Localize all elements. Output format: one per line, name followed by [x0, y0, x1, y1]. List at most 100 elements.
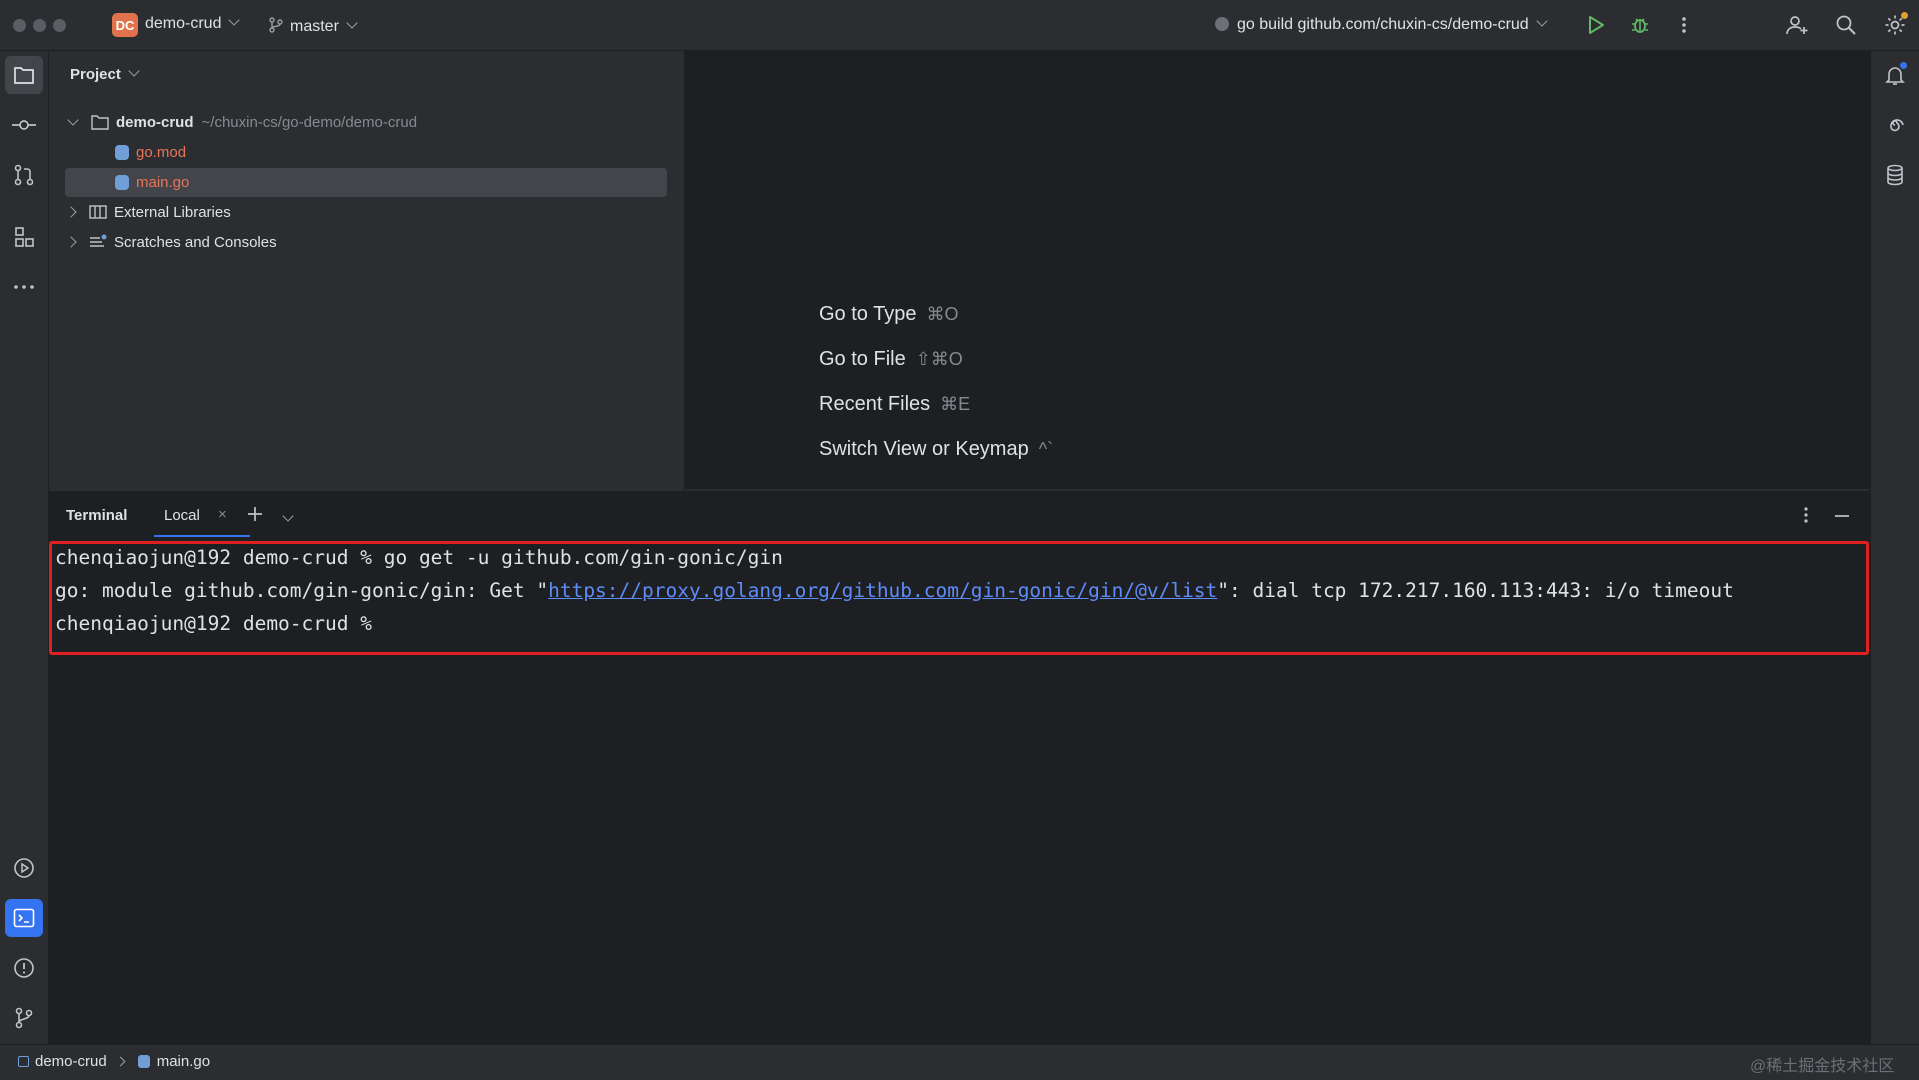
window-zoom-button[interactable] [53, 19, 66, 32]
search-icon [1836, 15, 1856, 35]
window-close-button[interactable] [13, 19, 26, 32]
tree-item-label: main.go [136, 173, 190, 191]
branch-name: master [290, 18, 339, 35]
panel-divider [685, 489, 1869, 491]
minimize-icon [1835, 515, 1849, 517]
tree-item-demo-crud[interactable]: demo-crud ~/chuxin-cs/go-demo/demo-crud [65, 108, 417, 136]
project-badge[interactable]: DC [112, 13, 138, 37]
project-panel-header[interactable]: Project [70, 65, 140, 83]
scratches-icon [90, 234, 107, 247]
hint-go-to-file: Go to File ⇧⌘O [819, 348, 963, 371]
new-terminal-button[interactable] [245, 504, 269, 528]
project-name: demo-crud [145, 15, 222, 32]
branch-switcher[interactable]: master [268, 15, 358, 36]
structure-tool-button[interactable] [5, 218, 43, 256]
chevron-right-icon [65, 206, 77, 218]
hint-label: Go to Type [819, 303, 917, 325]
hint-go-to-type: Go to Type ⌘O [819, 303, 959, 326]
chevron-right-icon [115, 1056, 126, 1067]
terminal-tool-button[interactable] [5, 899, 43, 937]
watermark: @稀土掘金技术社区 [1750, 1058, 1895, 1075]
more-vertical-icon [1804, 507, 1808, 523]
proxy-url-link[interactable]: https://proxy.golang.org/github.com/gin-… [548, 579, 1217, 602]
tree-item-scratches[interactable]: Scratches and Consoles [65, 228, 277, 256]
services-tool-button[interactable] [5, 849, 43, 887]
terminal-title: Terminal [66, 507, 128, 524]
plus-icon [248, 507, 262, 521]
chevron-down-icon [67, 114, 79, 126]
pull-request-icon [14, 164, 34, 186]
close-tab-icon[interactable]: × [218, 506, 227, 523]
branch-icon [269, 17, 283, 33]
hint-recent-files: Recent Files ⌘E [819, 393, 970, 416]
library-icon [89, 205, 107, 219]
editor-empty-state: Go to Type ⌘O Go to File ⇧⌘O Recent Files ⌘… [685, 51, 1869, 491]
tree-item-go-mod[interactable]: go.mod [115, 138, 186, 166]
right-tool-strip [1870, 51, 1919, 1044]
tree-item-main-go[interactable]: main.go [115, 168, 189, 196]
chevron-down-icon [228, 14, 241, 26]
commit-icon [12, 120, 36, 130]
hint-shortcut: ⌘O [926, 304, 959, 324]
terminal-options-dropdown[interactable] [282, 509, 298, 525]
terminal-icon [13, 908, 35, 928]
terminal-tab-local[interactable]: Local × [154, 498, 250, 537]
hide-terminal-button[interactable] [1833, 507, 1853, 527]
chevron-down-icon [282, 510, 294, 522]
code-with-me-button[interactable] [1783, 11, 1811, 39]
commit-tool-button[interactable] [5, 106, 43, 144]
play-icon [1589, 16, 1604, 34]
settings-button[interactable] [1881, 11, 1909, 39]
run-config-label: go build github.com/chuxin-cs/demo-crud [1237, 16, 1529, 33]
module-icon [18, 1056, 29, 1067]
tree-item-path: ~/chuxin-cs/go-demo/demo-crud [201, 113, 418, 131]
tree-item-external-libraries[interactable]: External Libraries [65, 198, 231, 226]
project-panel-title: Project [70, 66, 121, 83]
error-suffix: ": dial tcp 172.217.160.113:443: i/o tim… [1217, 579, 1734, 602]
database-button[interactable] [1876, 156, 1914, 194]
tree-item-label: demo-crud [116, 113, 194, 131]
terminal-more-button[interactable] [1803, 506, 1819, 528]
tree-item-label: External Libraries [114, 203, 231, 221]
terminal-output[interactable]: chenqiaojun@192 demo-crud % go get -u gi… [49, 541, 1869, 1044]
hint-label: Recent Files [819, 393, 931, 415]
run-button[interactable] [1584, 13, 1608, 37]
folder-icon [14, 67, 34, 84]
terminal-header: Terminal Local × [49, 492, 1869, 541]
hint-shortcut: ⇧⌘O [915, 349, 963, 369]
breadcrumb-file[interactable]: main.go [157, 1053, 210, 1070]
debug-button[interactable] [1628, 13, 1652, 37]
gopher-icon [1215, 17, 1229, 31]
breadcrumb-project[interactable]: demo-crud [35, 1053, 107, 1070]
project-tool-button[interactable] [5, 56, 43, 94]
go-file-icon [115, 174, 129, 190]
more-vertical-icon [1682, 17, 1686, 33]
add-user-icon [1786, 16, 1808, 35]
run-config-selector[interactable]: go build github.com/chuxin-cs/demo-crud [1215, 15, 1548, 34]
search-everywhere-button[interactable] [1832, 11, 1860, 39]
notifications-button[interactable] [1876, 56, 1914, 94]
ai-assistant-button[interactable] [1876, 106, 1914, 144]
window-minimize-button[interactable] [33, 19, 46, 32]
project-panel: Project demo-crud ~/chuxin-cs/go-demo/de… [49, 51, 685, 491]
chevron-down-icon [128, 65, 140, 77]
more-actions-button[interactable] [1672, 13, 1696, 37]
chevron-right-icon [65, 236, 77, 248]
go-mod-file-icon [115, 144, 129, 160]
hint-shortcut: ⌘E [940, 394, 971, 414]
git-branch-icon [15, 1007, 33, 1029]
terminal-line-error: go: module github.com/gin-gonic/gin: Get… [55, 579, 1734, 602]
terminal-line-command: chenqiaojun@192 demo-crud % go get -u gi… [55, 546, 783, 569]
database-icon [1887, 164, 1903, 186]
spiral-icon [1890, 119, 1904, 132]
structure-icon [15, 227, 34, 247]
pull-requests-tool-button[interactable] [5, 156, 43, 194]
git-tool-button[interactable] [5, 999, 43, 1037]
go-file-icon [137, 1055, 150, 1068]
terminal-line-prompt: chenqiaojun@192 demo-crud % [55, 612, 372, 635]
chevron-down-icon [346, 17, 358, 29]
more-tools-button[interactable] [5, 268, 43, 306]
project-switcher[interactable]: demo-crud [145, 14, 241, 33]
folder-icon [91, 115, 109, 130]
problems-tool-button[interactable] [5, 949, 43, 987]
